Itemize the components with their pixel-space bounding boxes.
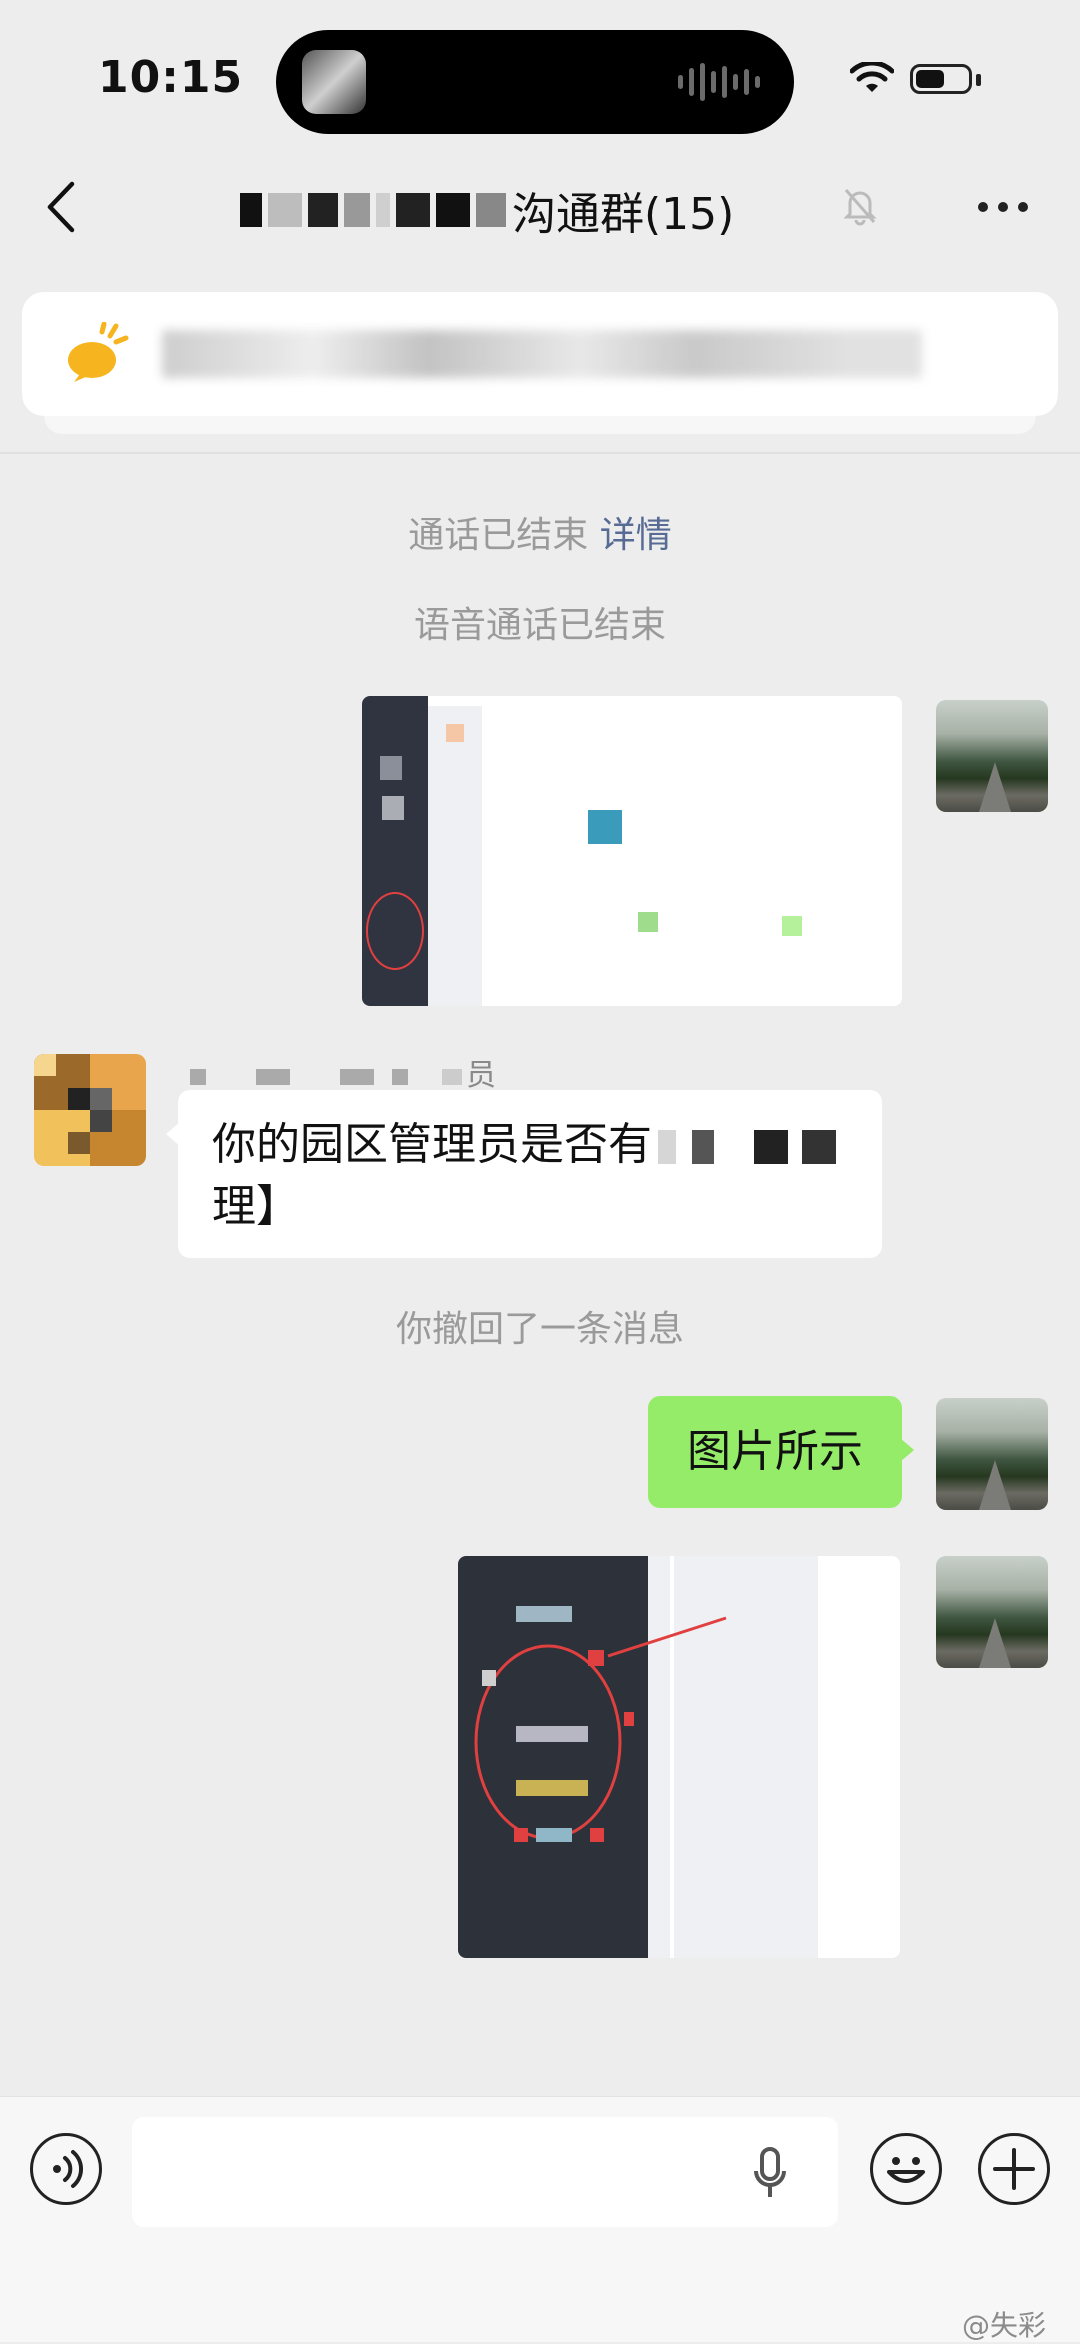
outgoing-message-text: 图片所示 [687,1426,863,1477]
input-bar [0,2096,1080,2342]
message-input[interactable] [132,2117,838,2227]
voice-call-ended-text: 语音通话已结束 [413,605,666,646]
status-time: 10:15 [98,52,244,103]
bubble-tail [900,1438,914,1462]
wifi-icon [850,62,894,92]
image-message[interactable] [362,696,902,1006]
mute-bell-icon [843,189,877,226]
dynamic-island [276,30,794,134]
incoming-text-line1: 你的园区管理员是否有 [212,1119,652,1170]
outgoing-message-bubble[interactable]: 图片所示 [648,1396,902,1508]
system-message: 通话已结束 详情 [0,506,1080,558]
incoming-message-bubble[interactable]: 你的园区管理员是否有 理】 [178,1090,882,1258]
redacted-text [396,193,430,227]
battery-icon [910,64,972,94]
redacted-text [392,1069,408,1085]
annotation-circle [366,892,424,970]
my-avatar[interactable] [936,700,1048,812]
incoming-message-text: 你的园区管理员是否有 理】 [212,1114,862,1238]
more-icon[interactable] [978,202,1028,212]
now-playing-avatar [302,50,366,114]
redacted-text [268,193,302,227]
sender-name-text: 员 [466,1058,496,1093]
screenshot-block [782,916,802,936]
sender-avatar[interactable] [34,1054,146,1166]
redacted-text [692,1130,714,1164]
redacted-notice-text [162,330,922,378]
screenshot-block [638,912,658,932]
redacted-text [308,193,338,227]
redacted-text [344,193,370,227]
incoming-text-line2: 理】 [212,1181,300,1232]
my-avatar[interactable] [936,1398,1048,1510]
redacted-text [256,1069,290,1085]
screenshot-block [446,724,464,742]
redacted-text [442,1069,462,1085]
annotation-circle [474,1606,727,1842]
plus-icon[interactable] [978,2133,1050,2205]
recalled-message-notice: 你撤回了一条消息 [395,1309,684,1350]
redacted-text [240,193,262,227]
watermark: @失彩 [962,2309,1047,2342]
group-notice[interactable] [22,292,1058,416]
microphone-icon[interactable] [752,2147,788,2201]
redacted-text [436,193,470,227]
audio-wave-icon [678,62,760,102]
back-icon[interactable] [42,180,78,234]
redacted-text [190,1069,206,1085]
screenshot-panel [428,706,482,1006]
emoji-icon[interactable] [870,2133,942,2205]
battery-nub [976,74,981,86]
redacted-text [340,1069,374,1085]
sender-name: 员 [190,1050,496,1094]
screenshot-block [588,810,622,844]
call-details-link[interactable]: 详情 [600,515,672,556]
chat-title[interactable]: 沟通群(15) [240,178,890,240]
call-ended-text: 通话已结束 [408,515,589,556]
redacted-text [754,1130,788,1164]
redacted-text [802,1130,836,1164]
speech-bubble-icon [68,322,129,382]
screenshot-block [382,796,404,820]
my-avatar[interactable] [936,1556,1048,1668]
chat-title-text: 沟通群(15) [512,189,735,240]
divider [0,452,1080,454]
image-message[interactable] [458,1556,900,1958]
redacted-text [658,1130,676,1164]
redacted-text [376,193,390,227]
screenshot-block [380,756,402,780]
redacted-text [476,193,506,227]
voice-icon[interactable] [30,2133,102,2205]
